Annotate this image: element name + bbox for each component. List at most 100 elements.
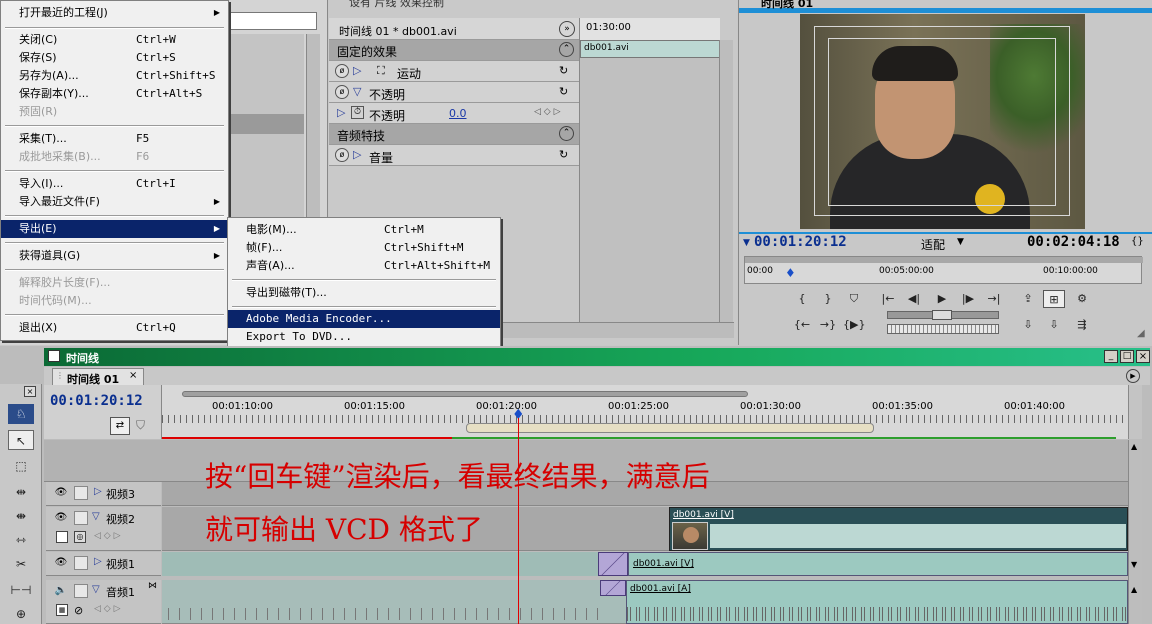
ripple-edit-icon[interactable]: ⇹ [8,482,34,502]
transition-audio1[interactable] [600,580,626,596]
trim-icon[interactable]: ⇩ [1043,316,1065,334]
eye-icon[interactable]: 👁 [54,486,68,500]
expand-arrow-icon[interactable]: ▽ [353,85,361,98]
expand-arrow-icon[interactable]: ▷ [337,106,345,119]
slide-tool-icon[interactable]: ⊕ [8,604,34,624]
braces-icon[interactable]: {} [1131,236,1144,247]
lift-icon[interactable]: ⇪ [1017,290,1039,308]
expand-arrow-icon[interactable]: ▷ [94,556,102,567]
export-movie-item[interactable]: 电影(M)... Ctrl+M [228,221,500,239]
monitor-current-timecode[interactable]: 00:01:20:12 [754,234,847,250]
project-search-field[interactable] [229,12,317,30]
reset-icon[interactable]: ↻ [559,148,568,161]
transition-video1[interactable] [598,552,628,576]
timeline-current-timecode[interactable]: 00:01:20:12 [50,393,143,409]
work-area-bar[interactable] [466,423,874,433]
lock-toggle[interactable] [74,556,88,570]
menu-item-batch-capture[interactable]: 成批地采集(B)... F6 [1,148,228,166]
slip-tool-icon[interactable]: ⊢⊣ [8,580,34,600]
set-marker-icon[interactable]: ⛉ [843,290,865,308]
keyframe-nav-icon[interactable]: ◁ ◇ ▷ [94,604,121,614]
close-tab-icon[interactable]: × [129,370,137,381]
fx-enable-icon[interactable]: ø [335,148,349,162]
track-select-icon[interactable]: ♘ [8,404,34,424]
expand-arrow-icon[interactable]: ▽ [92,584,100,595]
mark-out-icon[interactable]: } [817,290,839,308]
menu-item-import[interactable]: 导入(I)... Ctrl+I [1,175,228,193]
display-style-icon[interactable]: ▦ [56,604,68,616]
scroll-up-icon[interactable]: ▲ [1131,585,1137,594]
expand-arrow-icon[interactable]: ▽ [92,511,100,522]
keyframe-nav-icon[interactable]: ◁ ◇ ▷ [534,107,561,117]
minimize-button[interactable]: _ [1104,350,1118,363]
expand-arrow-icon[interactable]: ▷ [94,486,102,497]
tab-timeline-01[interactable]: ⋮ 时间线 01 × [52,368,144,386]
monitor-playhead[interactable]: ♦ [785,266,796,280]
scroll-up-icon[interactable]: ▲ [1131,442,1137,451]
range-select-icon[interactable]: ⬚ [8,456,34,476]
effect-controls-tab[interactable]: 设有 片线 效果控制 [349,0,444,10]
menu-item-save-as[interactable]: 另存为(A)... Ctrl+Shift+S [1,67,228,85]
menu-item-save[interactable]: 保存(S) Ctrl+S [1,49,228,67]
reset-icon[interactable]: ↻ [559,64,568,77]
menu-item-interpret-footage[interactable]: 解释胶片长度(F)... [1,274,228,292]
export-frame-icon[interactable]: ⇶ [1071,316,1093,334]
mark-in-icon[interactable]: { [791,290,813,308]
adobe-media-encoder-item[interactable]: Adobe Media Encoder... [228,310,500,328]
snap-icon[interactable]: ⇄ [110,417,130,435]
display-style-icon[interactable] [56,531,68,543]
monitor-ruler[interactable]: 00:00 00:05:00:00 00:10:00:00 ♦ [744,256,1143,284]
panel-menu-icon[interactable]: ▶ [1126,369,1140,383]
selection-tool-icon[interactable]: ↖ [8,430,34,450]
eye-icon[interactable]: 👁 [54,556,68,570]
toggle-timeline-icon[interactable]: » [559,21,575,37]
clip-video1[interactable]: db001.avi [V] [628,552,1128,576]
play-in-to-out-icon[interactable]: {▶} [843,316,865,334]
razor-icon[interactable]: ✂ [8,554,34,574]
timeline-scroll-top[interactable] [1128,385,1142,439]
chevron-down-icon[interactable]: ▼ [957,237,964,247]
menu-item-get-properties[interactable]: 获得道具(G) ▶ [1,247,228,265]
lock-toggle[interactable] [74,511,88,525]
menu-item-export[interactable]: 导出(E) ▶ [1,220,228,238]
safe-margins-icon[interactable]: ⊞ [1043,290,1065,308]
maximize-button[interactable]: □ [1120,350,1134,363]
monitor-tc-arrow-icon[interactable]: ▼ [743,238,750,248]
keyframe-nav-icon[interactable]: ◁ ◇ ▷ [94,531,121,541]
menu-item-capture[interactable]: 采集(T)... F5 [1,130,228,148]
eye-icon[interactable]: 👁 [54,511,68,525]
fit-dropdown[interactable]: 适配 [921,236,945,253]
speaker-icon[interactable]: 🔈 [54,584,68,598]
menu-item-open-recent[interactable]: 打开最近的工程(J) ▶ [1,4,228,22]
extract-icon[interactable]: ⇩ [1017,316,1039,334]
opacity-value[interactable]: 0.0 [449,107,467,120]
stopwatch-icon[interactable]: ⏱ [351,106,364,119]
expand-arrow-icon[interactable]: ▷ [353,64,361,77]
close-icon[interactable]: × [24,386,36,397]
set-marker-icon[interactable]: ⛉ [136,418,145,433]
go-to-prev-marker-icon[interactable]: {← [791,316,813,334]
go-to-in-icon[interactable]: |← [877,290,899,308]
menu-item-exit[interactable]: 退出(X) Ctrl+Q [1,319,228,337]
step-forward-icon[interactable]: |▶ [957,290,979,308]
viewarea-bar[interactable] [182,391,748,397]
lock-toggle[interactable] [74,584,88,598]
fx-scrollbar[interactable] [719,40,733,322]
clip-video1-a[interactable] [162,552,598,576]
export-frame-item[interactable]: 帧(F)... Ctrl+Shift+M [228,239,500,257]
timeline-vertical-scrollbar[interactable]: ▲ ▼ ▲ [1128,440,1142,624]
rate-stretch-icon[interactable]: ⇿ [8,530,34,550]
menu-item-timecode[interactable]: 时间代码(M)... [1,292,228,310]
menu-item-import-recent[interactable]: 导入最近文件(F) ▶ [1,193,228,211]
resize-grip-icon[interactable]: ◢ [1137,328,1145,339]
output-icon[interactable]: ⚙ [1071,290,1093,308]
step-back-icon[interactable]: ◀| [903,290,925,308]
collapse-icon[interactable]: ⌃ [559,126,574,141]
clip-audio1[interactable]: db001.avi [A] [626,580,1128,624]
timeline-ruler[interactable]: 00:01:10:00 00:01:15:00 00:01:20:00 00:01:2… [162,385,1128,439]
go-to-next-marker-icon[interactable]: →} [817,316,839,334]
rolling-edit-icon[interactable]: ⇼ [8,506,34,526]
scroll-down-icon[interactable]: ▼ [1131,560,1137,569]
export-audio-item[interactable]: 声音(A)... Ctrl+Alt+Shift+M [228,257,500,275]
jog-wheel[interactable] [887,324,999,334]
